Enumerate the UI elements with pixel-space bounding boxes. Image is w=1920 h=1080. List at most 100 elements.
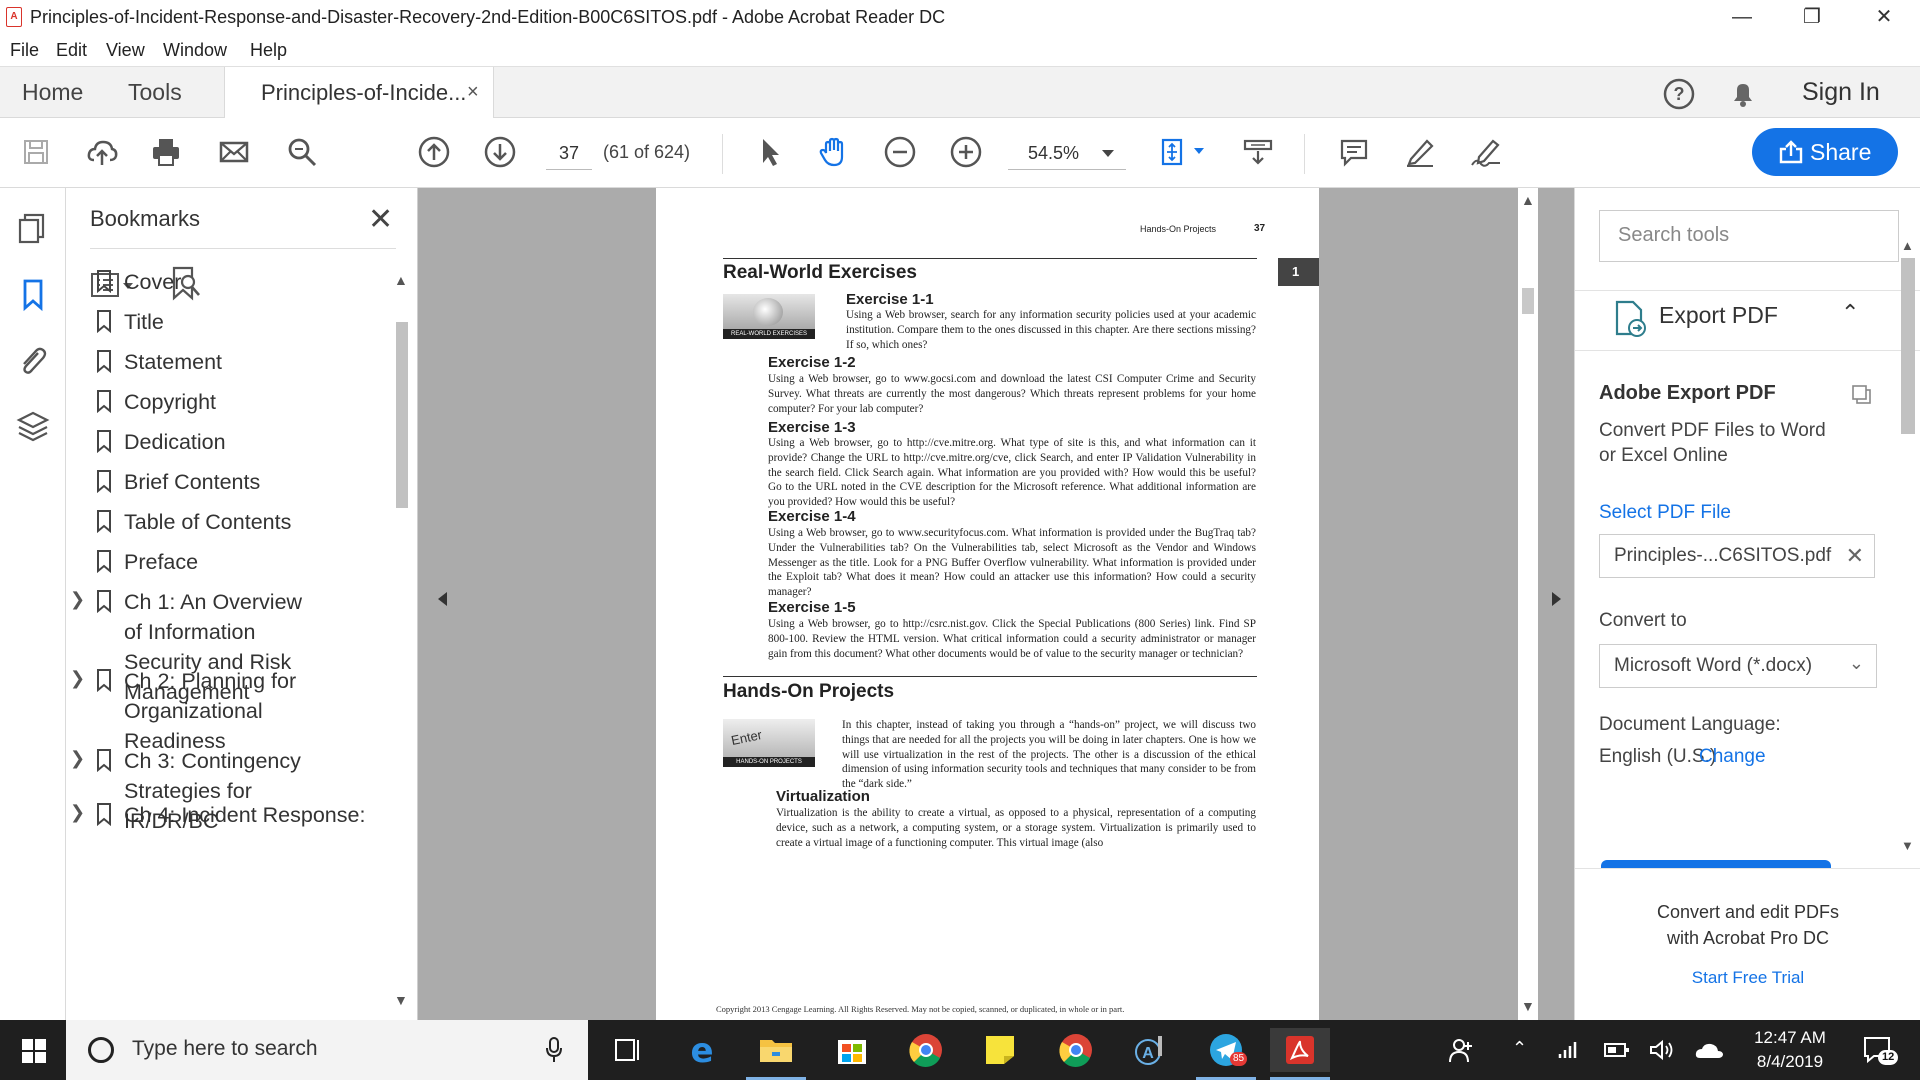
close-bookmarks-icon[interactable]: ✕	[368, 202, 393, 237]
convert-to-label: Convert to	[1599, 610, 1687, 631]
toolbar-divider	[1304, 134, 1305, 174]
selected-file-name: Principles-...C6SITOS.pdf	[1614, 545, 1832, 566]
divider	[90, 248, 396, 249]
start-free-trial-link[interactable]: Start Free Trial	[1575, 968, 1920, 988]
zoom-level-select[interactable]: 54.5%	[1008, 138, 1126, 170]
typing-app-icon[interactable]: A	[1120, 1028, 1180, 1072]
hand-tool-icon[interactable]	[812, 130, 856, 174]
zoom-out-icon[interactable]	[878, 130, 922, 174]
share-button[interactable]: Share	[1752, 128, 1898, 176]
battery-icon[interactable]	[1604, 1042, 1630, 1058]
scroll-up-icon[interactable]: ▲	[1521, 192, 1535, 208]
menu-file[interactable]: File	[10, 40, 39, 61]
bookmark-icon	[96, 309, 112, 334]
page-thumbnails-icon[interactable]	[14, 210, 52, 248]
chrome-icon[interactable]	[896, 1028, 956, 1072]
collapse-left-panel-icon[interactable]	[438, 592, 447, 606]
scroll-up-icon[interactable]: ▲	[394, 272, 408, 288]
scrolling-mode-icon[interactable]	[1236, 130, 1280, 174]
selected-file-field[interactable]: Principles-...C6SITOS.pdf ✕	[1599, 534, 1875, 578]
print-icon[interactable]	[144, 130, 188, 174]
scrollbar-thumb[interactable]	[1901, 258, 1915, 434]
search-zoom-icon[interactable]	[280, 130, 324, 174]
menu-bar: File Edit View Window Help	[0, 36, 1920, 66]
minimize-button[interactable]: —	[1706, 0, 1778, 36]
export-pdf-title[interactable]: Export PDF	[1659, 302, 1778, 329]
search-tools-input[interactable]: Search tools	[1599, 210, 1899, 262]
close-window-button[interactable]: ✕	[1848, 0, 1920, 36]
onedrive-cloud-icon[interactable]	[1694, 1040, 1724, 1060]
edge-browser-icon[interactable]: e	[672, 1028, 732, 1072]
attachments-paperclip-icon[interactable]	[14, 342, 52, 380]
expand-chevron-icon[interactable]: ❯	[70, 802, 85, 823]
tools-pane-scrollbar[interactable]: ▲ ▼	[1899, 238, 1917, 858]
email-icon[interactable]	[212, 130, 256, 174]
bookmarks-panel-icon[interactable]	[14, 276, 52, 314]
windows-start-icon[interactable]	[22, 1039, 46, 1063]
file-explorer-icon[interactable]	[746, 1028, 806, 1080]
menu-help[interactable]: Help	[250, 40, 287, 61]
menu-edit[interactable]: Edit	[56, 40, 87, 61]
next-page-icon[interactable]	[478, 130, 522, 174]
expand-right-panel-icon[interactable]	[1552, 592, 1561, 606]
scroll-down-icon[interactable]: ▼	[1521, 998, 1535, 1014]
scrollbar-thumb[interactable]	[1522, 288, 1534, 314]
acrobat-reader-icon[interactable]	[1270, 1028, 1330, 1080]
bookmark-label: Statement	[124, 350, 222, 374]
scroll-up-icon[interactable]: ▲	[1901, 238, 1914, 253]
collapse-chevron-icon[interactable]: ⌃	[1841, 300, 1859, 326]
tab-document[interactable]: Principles-of-Incide... ×	[224, 67, 494, 119]
menu-window[interactable]: Window	[163, 40, 227, 61]
fill-sign-icon[interactable]	[1464, 130, 1508, 174]
highlight-pen-icon[interactable]	[1398, 130, 1442, 174]
sign-in-link[interactable]: Sign In	[1802, 78, 1880, 107]
scroll-down-icon[interactable]: ▼	[394, 992, 408, 1008]
chrome-icon[interactable]	[1046, 1028, 1106, 1072]
convert-format-select[interactable]: Microsoft Word (*.docx) ⌄	[1599, 644, 1877, 688]
notification-bell-icon[interactable]	[1726, 77, 1760, 111]
fit-page-icon[interactable]	[1150, 130, 1194, 174]
scrollbar-thumb[interactable]	[396, 322, 408, 508]
document-scrollbar[interactable]: ▲ ▼	[1518, 188, 1538, 1020]
maximize-button[interactable]: ❐	[1776, 0, 1848, 36]
tab-home[interactable]: Home	[22, 79, 83, 106]
action-center-icon[interactable]: 12	[1862, 1034, 1899, 1065]
microsoft-store-icon[interactable]	[822, 1028, 882, 1072]
fit-page-dropdown-icon[interactable]	[1194, 148, 1204, 154]
close-document-tab-icon[interactable]: ×	[467, 81, 479, 104]
wifi-icon[interactable]	[1556, 1038, 1580, 1060]
convert-button-partial[interactable]	[1601, 860, 1831, 868]
microphone-icon[interactable]	[546, 1036, 562, 1064]
tab-tools[interactable]: Tools	[128, 79, 182, 106]
select-cursor-icon[interactable]	[748, 130, 792, 174]
sticky-notes-icon[interactable]	[970, 1028, 1030, 1072]
scroll-down-icon[interactable]: ▼	[1901, 838, 1914, 853]
expand-chevron-icon[interactable]: ❯	[70, 589, 85, 610]
comment-icon[interactable]	[1332, 130, 1376, 174]
previous-page-icon[interactable]	[412, 130, 456, 174]
people-icon[interactable]	[1448, 1036, 1476, 1064]
layers-icon[interactable]	[14, 408, 52, 446]
exercise-body: Using a Web browser, go to www.gocsi.com…	[768, 373, 1256, 415]
clear-file-icon[interactable]: ✕	[1846, 543, 1864, 569]
save-icon[interactable]	[14, 130, 58, 174]
expand-chevron-icon[interactable]: ❯	[70, 748, 85, 769]
volume-icon[interactable]	[1648, 1038, 1674, 1062]
change-language-link[interactable]: Change	[1699, 746, 1766, 768]
menu-view[interactable]: View	[106, 40, 145, 61]
system-clock[interactable]: 12:47 AM 8/4/2019	[1740, 1026, 1840, 1074]
telegram-icon[interactable]: 85	[1196, 1028, 1256, 1080]
bookmarks-scrollbar[interactable]: ▲ ▼	[392, 272, 410, 1008]
expand-chevron-icon[interactable]: ❯	[70, 668, 85, 689]
image-caption: HANDS-ON PROJECTS	[723, 757, 815, 767]
toolbar-divider	[722, 134, 723, 174]
select-pdf-file-link[interactable]: Select PDF File	[1599, 502, 1731, 524]
zoom-in-icon[interactable]	[944, 130, 988, 174]
task-view-icon[interactable]	[596, 1028, 656, 1072]
page-number-input[interactable]: 37	[546, 138, 592, 170]
show-hidden-icons-chevron[interactable]: ⌃	[1512, 1038, 1527, 1059]
taskbar-search-box[interactable]: Type here to search	[66, 1020, 588, 1080]
copy-icon[interactable]	[1851, 384, 1873, 406]
help-icon[interactable]: ?	[1662, 77, 1696, 111]
upload-cloud-icon[interactable]	[80, 130, 124, 174]
